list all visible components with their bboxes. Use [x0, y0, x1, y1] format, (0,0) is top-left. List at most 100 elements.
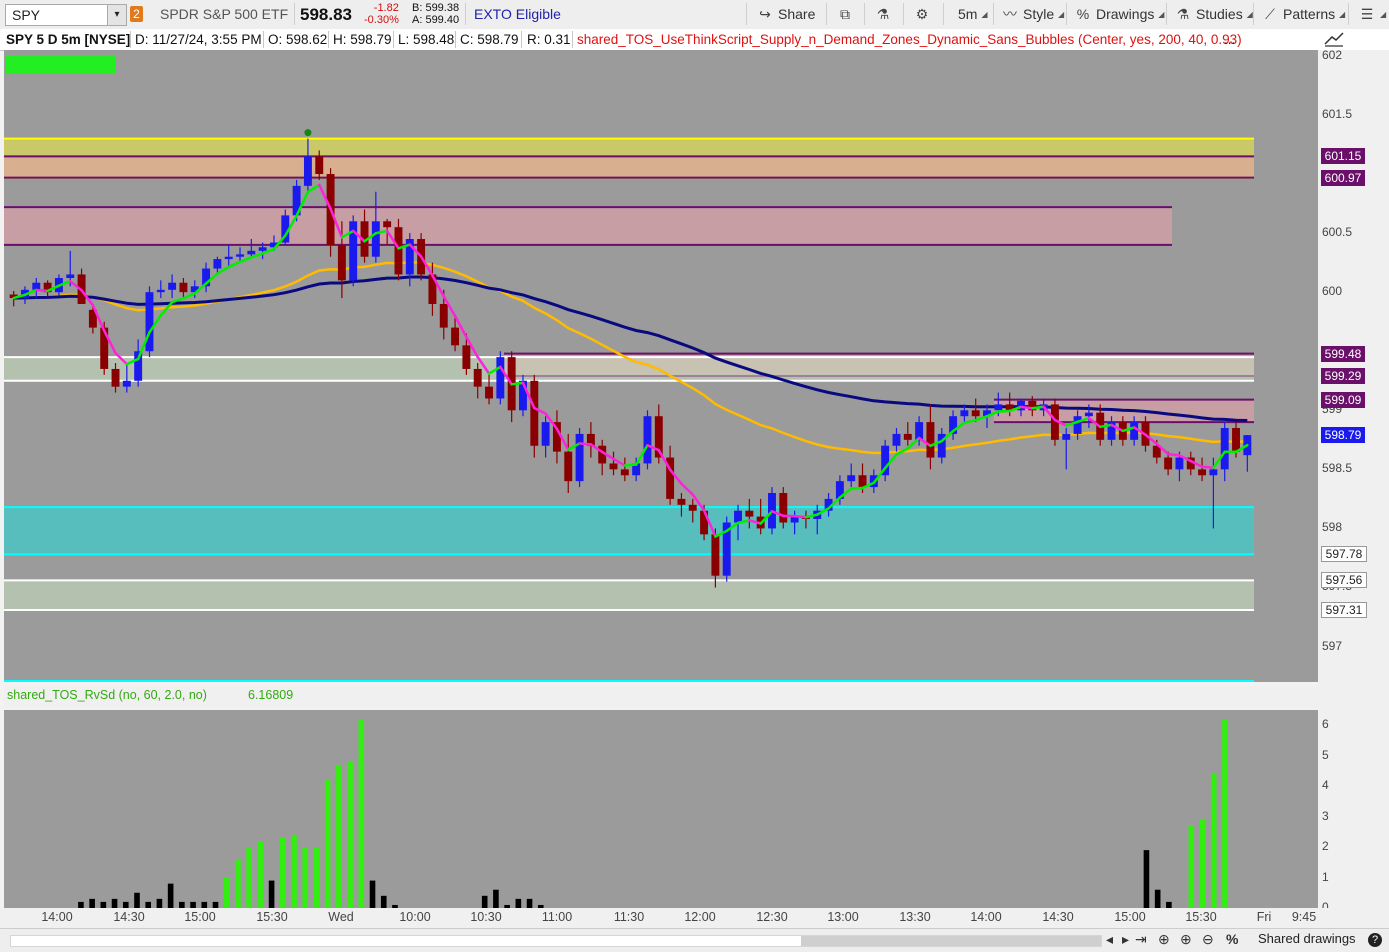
crosshair-icon[interactable]: ⊕	[1158, 931, 1170, 948]
bar-close: C: 598.79	[460, 29, 519, 50]
study-fire-badge	[6, 56, 116, 74]
more-studies[interactable]: ...	[1224, 29, 1235, 50]
chevron-down-icon[interactable]: ▾	[107, 5, 126, 25]
rvsd-bar	[112, 899, 118, 908]
price-tick-label: 600	[1322, 284, 1342, 298]
rvsd-bar	[302, 847, 308, 908]
bar-high: H: 598.79	[333, 29, 392, 50]
flask-button[interactable]: ⚗	[874, 0, 896, 29]
exto-eligible: EXTO Eligible	[474, 0, 561, 29]
time-tick-label: 14:00	[970, 910, 1001, 924]
share-button[interactable]: ↪Share	[756, 0, 815, 29]
candle-body	[440, 304, 448, 328]
scroll-end-icon[interactable]: ⇥	[1135, 931, 1147, 948]
zone-demand-cyan	[4, 507, 1254, 554]
scroll-thumb[interactable]	[801, 936, 1101, 946]
ema-fast-segment	[308, 185, 319, 192]
price-tick-label: 601.5	[1322, 107, 1352, 121]
drawings-percent-icon: %	[1074, 0, 1092, 29]
rvsd-bar	[168, 884, 174, 908]
chevron-down-icon: ◢	[981, 10, 987, 19]
share-arrow-icon: ↪	[756, 0, 774, 29]
patterns-label: Patterns	[1283, 6, 1335, 22]
pivot-high-dot	[304, 129, 311, 136]
chevron-down-icon: ◢	[1380, 10, 1386, 19]
rvsd-bar	[1189, 826, 1195, 908]
sync-button[interactable]: ⧉	[836, 0, 858, 29]
candle-body	[123, 381, 131, 387]
time-axis[interactable]: 14:0014:3015:0015:30Wed10:0010:3011:0011…	[0, 908, 1389, 928]
percent-icon[interactable]: %	[1226, 931, 1238, 947]
candle-body	[134, 351, 142, 381]
menu-button[interactable]: ☰◢	[1358, 0, 1386, 29]
symbol-description: SPDR S&P 500 ETF	[160, 0, 288, 29]
chart-title[interactable]: SPY 5 D 5m [NYSE]	[6, 29, 130, 50]
ema-fast-segment	[625, 465, 636, 466]
candle-body	[383, 221, 391, 227]
candle-body	[1198, 469, 1206, 475]
time-tick-label: 14:30	[113, 910, 144, 924]
time-tick-label: 14:00	[41, 910, 72, 924]
settings-button[interactable]: ⚙	[913, 0, 935, 29]
price-tag: 597.56	[1321, 572, 1367, 588]
price-tag: 597.78	[1321, 546, 1367, 562]
patterns-button[interactable]: ⟋Patterns ◢	[1261, 0, 1345, 29]
rvsd-bar	[359, 719, 365, 908]
scroll-left-icon[interactable]: ◂	[1106, 931, 1113, 948]
volume-bars-svg	[4, 710, 1318, 908]
link-group-badge[interactable]: 2	[130, 6, 143, 22]
symbol-selector[interactable]: SPY ▾	[5, 4, 127, 26]
time-tick-label: Wed	[328, 910, 353, 924]
lower-study-header: shared_TOS_RvSd (no, 60, 2.0, no) 6.1680…	[4, 686, 1318, 708]
candle-body	[1085, 413, 1093, 417]
drawing-tool-icon[interactable]	[1322, 30, 1346, 48]
lower-study-label[interactable]: shared_TOS_RvSd (no, 60, 2.0, no)	[7, 688, 207, 702]
candle-body	[644, 416, 652, 463]
horizontal-scrollbar[interactable]	[10, 935, 1102, 947]
lower-study-pane[interactable]	[4, 710, 1318, 908]
price-axis[interactable]: 602601.5600.5600599598.5598597.5597601.1…	[1318, 50, 1389, 908]
scroll-right-icon[interactable]: ▸	[1122, 931, 1129, 948]
candle-body	[157, 290, 165, 292]
price-tick-label: 598	[1322, 520, 1342, 534]
candle-body	[1221, 428, 1229, 469]
net-change-value: -1.82	[364, 2, 399, 14]
rvsd-bar	[280, 838, 286, 908]
ema-fast-segment	[681, 484, 692, 495]
candle-body	[1209, 469, 1217, 475]
candle-body	[847, 475, 855, 481]
candle-body	[451, 328, 459, 346]
shared-drawings[interactable]: Shared drawings	[1258, 931, 1356, 946]
share-label: Share	[778, 6, 815, 22]
zoom-out-icon[interactable]: ⊖	[1202, 931, 1214, 948]
candle-body	[926, 422, 934, 457]
studies-button[interactable]: ⚗Studies ◢	[1174, 0, 1253, 29]
time-tick-label: 11:00	[542, 910, 572, 924]
candle-body	[859, 475, 867, 487]
ema-fast-segment	[36, 290, 47, 291]
help-icon[interactable]: ?	[1368, 933, 1382, 947]
candle-body	[168, 283, 176, 290]
ema-fast-segment	[580, 443, 591, 444]
zoom-in-icon[interactable]: ⊕	[1180, 931, 1192, 948]
timeframe-selector[interactable]: 5m ◢	[958, 0, 988, 29]
study-label[interactable]: shared_TOS_UseThinkScript_Supply_n_Deman…	[577, 29, 1242, 50]
rvsd-bar	[269, 881, 275, 908]
price-tag: 599.48	[1321, 346, 1365, 362]
price-tick-label: 602	[1322, 48, 1342, 62]
candle-body	[304, 156, 312, 186]
drawings-button[interactable]: %Drawings ◢	[1074, 0, 1164, 29]
price-chart-pane[interactable]	[4, 50, 1318, 682]
chevron-down-icon: ◢	[1158, 10, 1164, 19]
rvsd-bar	[1155, 890, 1161, 908]
candle-body	[225, 257, 233, 259]
ema-fast-segment	[964, 420, 975, 423]
rvsd-bar	[516, 899, 522, 908]
style-chart-icon: 〰	[1001, 0, 1019, 29]
style-label: Style	[1023, 6, 1054, 22]
candle-body	[485, 387, 493, 399]
lower-tick-label: 6	[1322, 717, 1329, 731]
zone-demand	[4, 580, 1254, 610]
style-button[interactable]: 〰Style ◢	[1001, 0, 1064, 29]
ema-fast-segment	[1021, 407, 1032, 408]
